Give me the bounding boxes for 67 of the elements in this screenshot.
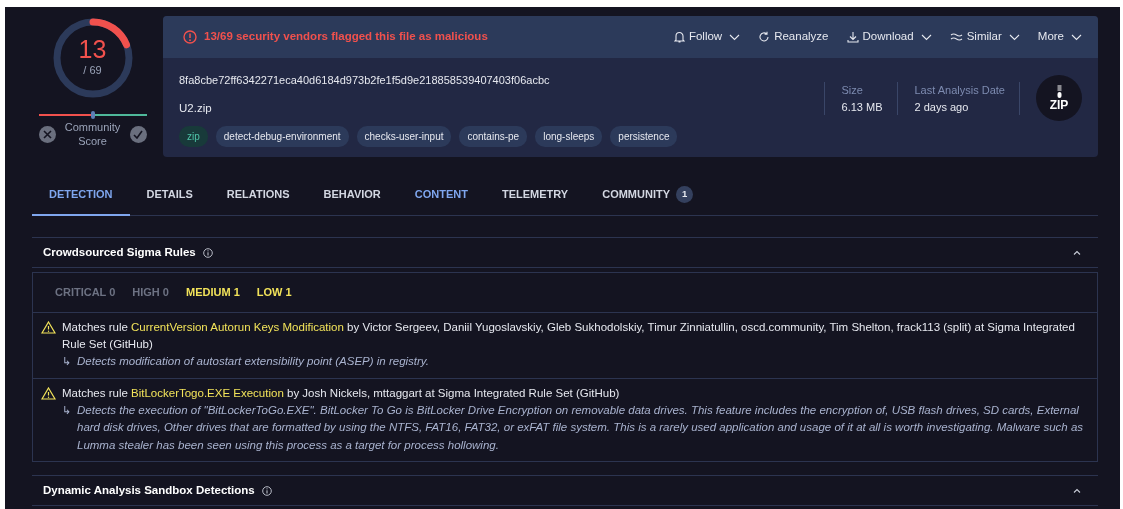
chevron-icon[interactable]	[1073, 488, 1081, 493]
tab[interactable]: BEHAVIOR	[306, 175, 398, 216]
file-hash: 8fa8cbe72ff6342271eca40d6184d973b2fe1f5d9e218858539407403f06acbc	[179, 73, 551, 88]
reply-arrow-icon: ↳	[62, 401, 77, 454]
severity-filter[interactable]: CRITICAL 0	[55, 284, 116, 301]
stat-label: Size	[841, 83, 864, 98]
file-name: U2.zip	[179, 100, 213, 116]
tab[interactable]: DETAILS	[129, 175, 210, 216]
stat-value: 2 days ago	[914, 99, 970, 115]
severity-filter[interactable]: HIGH 0	[132, 284, 169, 301]
file-type-tag[interactable]: zip	[179, 125, 208, 147]
info-icon	[261, 485, 272, 496]
action-button[interactable]: Download	[846, 28, 932, 46]
rule-text: Matches rule CurrentVersion Autorun Keys Modification by Victor Sergeev, Daniil Yugoslavskiy, Gleb Sukhodolskiy, Timur Zinniatullin, oscd.community, Tim Shelton, frack113 (split) at Sigma Integrated Rule Set (GitHub)	[62, 320, 1076, 352]
rule-text: Matches rule BitLockerTogo.EXE Execution by Josh Nickels, mttaggart at Sigma Integrated Rule Set (GitHub)	[62, 385, 621, 401]
action-button[interactable]: More	[1037, 28, 1082, 46]
info-icon	[202, 247, 213, 258]
community-score-label: Community Score	[63, 121, 122, 149]
reply-arrow-icon: ↳	[62, 353, 77, 371]
score-slider-thumb	[90, 111, 95, 119]
action-button[interactable]: Follow	[673, 28, 741, 46]
vote-up-button[interactable]	[129, 126, 147, 144]
section-header[interactable]: Dynamic Analysis Sandbox Detections	[32, 475, 1098, 506]
detection-count: 13	[78, 37, 107, 63]
tab[interactable]: COMMUNITY 1	[585, 175, 711, 216]
waves-icon	[949, 32, 963, 42]
rule-description: Detects modification of autostart extensibility point (ASEP) in registry.	[77, 354, 429, 369]
warning-icon	[41, 386, 56, 400]
count-badge: 1	[676, 186, 694, 203]
tag[interactable]: persistence	[610, 125, 678, 147]
vote-down-button[interactable]	[38, 126, 56, 144]
caret-icon	[1071, 33, 1082, 41]
close-icon	[42, 130, 52, 140]
caret-icon	[729, 33, 741, 41]
stat-value: 6.13 MB	[841, 99, 883, 115]
chevron-icon[interactable]	[1073, 250, 1081, 255]
tag[interactable]: detect-debug-environment	[215, 125, 349, 147]
file-type-label: ZIP	[1049, 99, 1069, 111]
alert-message: 13/69 security vendors flagged this file as malicious	[204, 29, 488, 45]
severity-filter[interactable]: MEDIUM 1	[186, 284, 240, 301]
warning-icon	[41, 321, 56, 334]
zipper-icon	[1055, 85, 1063, 99]
download-icon	[846, 31, 859, 43]
tab[interactable]: DETECTION	[32, 175, 130, 216]
severity-filter[interactable]: LOW 1	[256, 284, 292, 301]
rule-description: Detects the execution of "BitLockerToGo.EXE". BitLocker To Go is BitLocker Drive Encryption on removable data drives. This feature includes the encryption of, USB flash drives, SD cards, External hard disk drives, Other drives that are formatted by using the NTFS, FAT16, FAT32, or exFAT file system. This is a rarely used application and usage of it at all is worth investigating. Malware such as Lumma stealer has been seen using this process as a target for process hollowing.	[77, 402, 1085, 453]
tag[interactable]: contains-pe	[459, 125, 528, 147]
tag[interactable]: long-sleeps	[535, 125, 603, 147]
rule-link[interactable]: BitLockerTogo.EXE Execution	[131, 386, 284, 399]
action-button[interactable]: Reanalyze	[758, 28, 829, 46]
caret-icon	[1008, 33, 1020, 41]
stat-label: Last Analysis Date	[914, 83, 1005, 98]
alert-icon	[183, 30, 197, 44]
tab[interactable]: TELEMETRY	[485, 175, 586, 216]
section-title: Crowdsourced Sigma Rules	[43, 244, 196, 260]
total-count: / 69	[83, 63, 102, 79]
refresh-icon	[758, 31, 771, 43]
tab[interactable]: RELATIONS	[209, 175, 307, 216]
tab[interactable]: CONTENT	[397, 175, 485, 216]
caret-icon	[920, 33, 932, 41]
bell-icon	[673, 31, 685, 43]
action-button[interactable]: Similar	[949, 28, 1020, 46]
section-header[interactable]: Crowdsourced Sigma Rules	[32, 237, 1098, 268]
section-title: Dynamic Analysis Sandbox Detections	[43, 482, 255, 498]
rule-link[interactable]: CurrentVersion Autorun Keys Modification	[131, 321, 344, 333]
check-icon	[133, 130, 143, 140]
tag[interactable]: checks-user-input	[356, 125, 452, 147]
